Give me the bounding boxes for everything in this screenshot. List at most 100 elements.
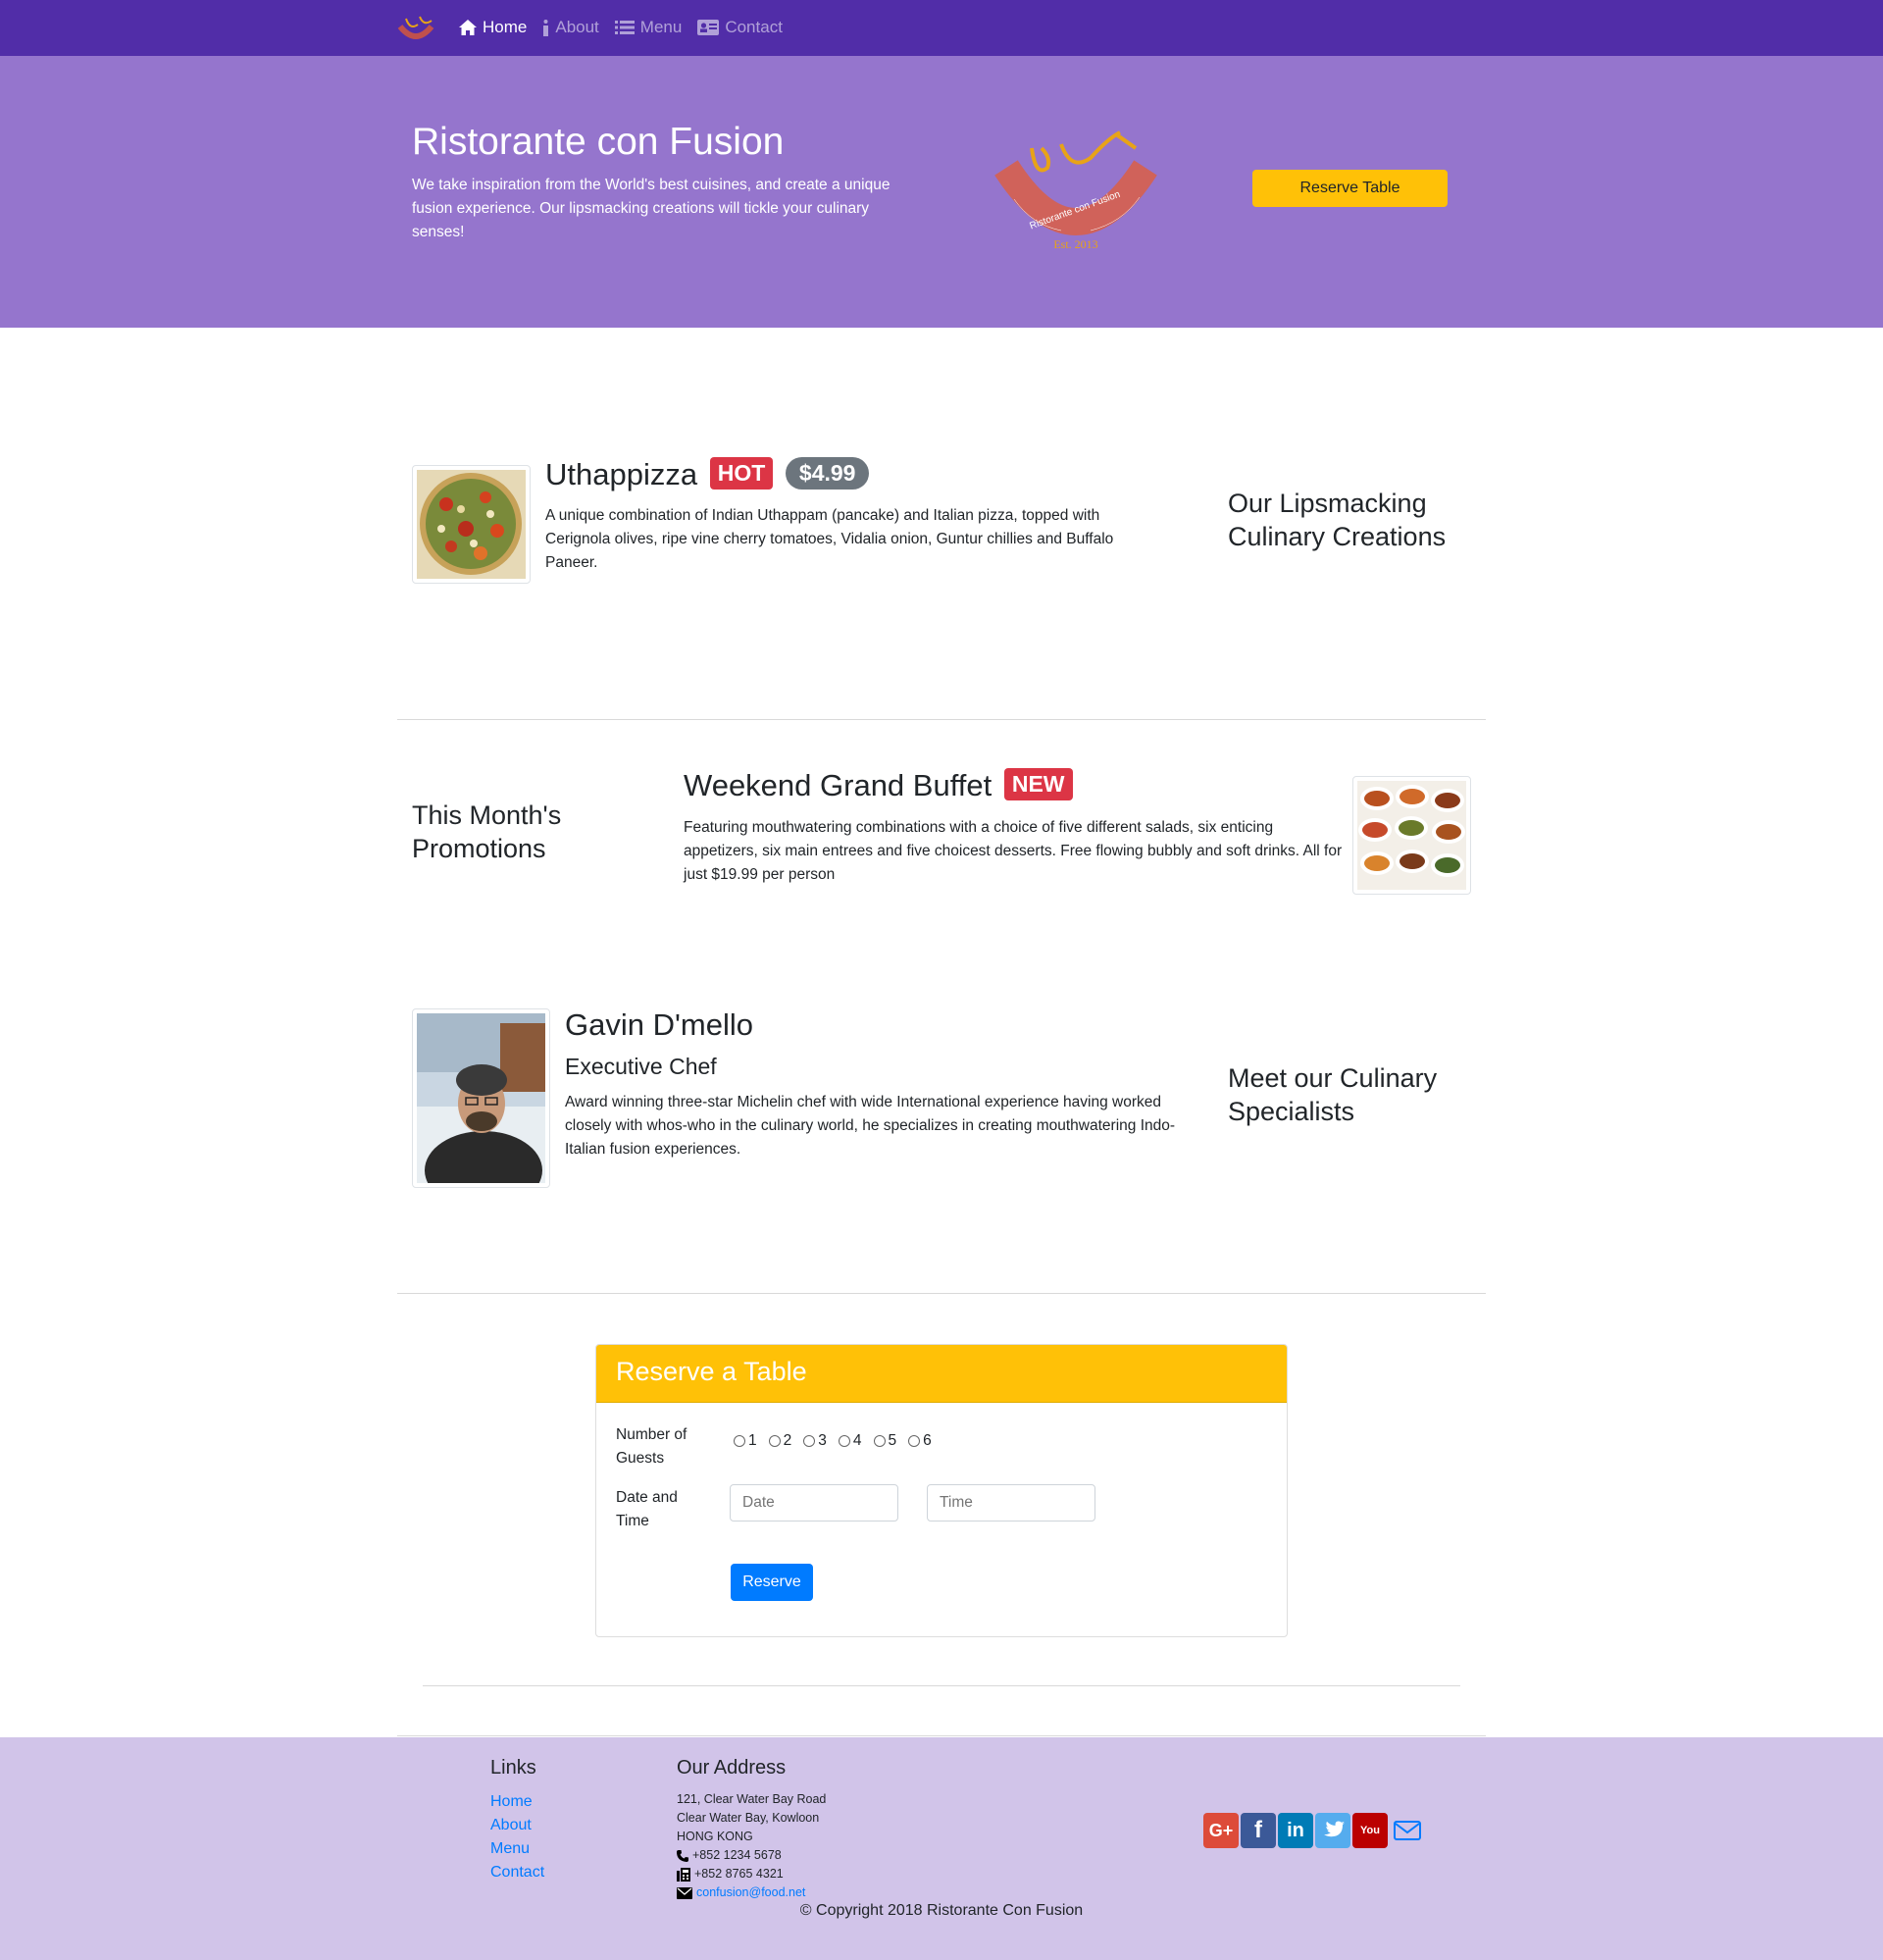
nav-about[interactable]: About: [542, 18, 599, 37]
youtube-glyph: You: [1360, 1825, 1380, 1836]
footer-address-heading: Our Address: [677, 1757, 787, 1779]
facebook-glyph: f: [1254, 1817, 1262, 1843]
social-links: G+ f in You: [1203, 1813, 1425, 1848]
guest-option-label: 2: [783, 1432, 792, 1449]
address-card-icon: [697, 20, 720, 35]
radio-button[interactable]: [803, 1435, 816, 1447]
leader-description: Award winning three-star Michelin chef w…: [565, 1094, 1176, 1158]
time-input[interactable]: [927, 1484, 1095, 1522]
leader-image: [412, 1008, 550, 1210]
leader-designation: Executive Chef: [565, 1054, 717, 1079]
reserve-table-button[interactable]: Reserve Table: [1252, 170, 1448, 207]
google-plus-icon[interactable]: G+: [1203, 1813, 1239, 1848]
linkedin-icon[interactable]: in: [1278, 1813, 1313, 1848]
promotion-side-heading: This Month's Promotions: [412, 800, 562, 863]
dish-name: Uthappizza: [545, 457, 698, 491]
restaurant-logo: Est. 2013 Ristorante con Fusion: [994, 130, 1157, 251]
nav-menu[interactable]: Menu: [614, 18, 683, 37]
nav-contact-label: Contact: [725, 18, 783, 36]
dish-side-heading: Our Lipsmacking Culinary Creations: [1228, 489, 1447, 551]
phone-number: +852 1234 5678: [692, 1848, 782, 1862]
guest-option-4[interactable]: 4: [838, 1432, 862, 1450]
email-row: confusion@food.net: [677, 1883, 826, 1902]
phone-row: +852 1234 5678: [677, 1846, 826, 1865]
leader-name: Gavin D'mello: [565, 1007, 753, 1042]
navbar: Home About Menu Contact: [0, 0, 1883, 56]
address-line: 121, Clear Water Bay Road: [677, 1792, 827, 1806]
footer-links-heading: Links: [490, 1757, 536, 1779]
footer: Links Home About Menu Contact Our Addres…: [0, 1737, 1883, 1960]
radio-button[interactable]: [838, 1435, 850, 1447]
linkedin-glyph: in: [1287, 1819, 1304, 1841]
jumbotron-text: We take inspiration from the World's bes…: [412, 177, 891, 240]
divider: [397, 1735, 1486, 1736]
date-input[interactable]: [730, 1484, 898, 1522]
footer-link-about[interactable]: About: [490, 1814, 544, 1837]
brand-logo[interactable]: [396, 13, 435, 44]
list-icon: [614, 21, 635, 34]
fax-row: +852 8765 4321: [677, 1865, 826, 1883]
twitter-icon[interactable]: [1315, 1813, 1350, 1848]
reserve-card-header: Reserve a Table: [596, 1345, 1287, 1403]
promotion-description: Featuring mouthwatering combinations wit…: [684, 819, 1343, 883]
fax-number: +852 8765 4321: [694, 1867, 784, 1881]
fax-icon: [677, 1867, 690, 1882]
dish-title: Uthappizza HOT $4.99: [545, 457, 870, 492]
guest-option-3[interactable]: 3: [803, 1432, 827, 1450]
new-badge: NEW: [1003, 768, 1073, 801]
datetime-label: Date and Time: [616, 1489, 678, 1529]
nav-home[interactable]: Home: [459, 18, 527, 37]
guest-option-label: 1: [748, 1432, 757, 1449]
footer-links: Home About Menu Contact: [490, 1790, 544, 1884]
phone-icon: [677, 1849, 688, 1862]
address-line: Clear Water Bay, Kowloon: [677, 1811, 820, 1825]
divider: [397, 1293, 1486, 1294]
nav-menu-label: Menu: [639, 18, 683, 36]
footer-link-contact[interactable]: Contact: [490, 1861, 544, 1884]
radio-button[interactable]: [873, 1435, 886, 1447]
guest-option-2[interactable]: 2: [768, 1432, 792, 1450]
radio-button[interactable]: [908, 1435, 921, 1447]
twitter-bird-icon: [1324, 1821, 1345, 1837]
hot-badge: HOT: [709, 457, 774, 490]
guest-option-label: 3: [818, 1432, 827, 1449]
jumbotron: Ristorante con Fusion We take inspiratio…: [0, 56, 1883, 328]
guest-option-label: 6: [923, 1432, 932, 1449]
nav-contact[interactable]: Contact: [697, 18, 783, 37]
google-plus-glyph: G+: [1208, 1820, 1234, 1840]
price-badge: $4.99: [785, 457, 870, 490]
footer-address: 121, Clear Water Bay Road Clear Water Ba…: [677, 1790, 826, 1902]
footer-link-menu[interactable]: Menu: [490, 1837, 544, 1861]
guests-label: Number of Guests: [616, 1426, 687, 1467]
radio-button[interactable]: [768, 1435, 781, 1447]
reserve-submit-button[interactable]: Reserve: [731, 1564, 813, 1601]
envelope-icon: [677, 1886, 692, 1899]
divider: [397, 719, 1486, 720]
guest-option-1[interactable]: 1: [734, 1432, 757, 1450]
home-icon: [459, 20, 477, 35]
facebook-icon[interactable]: f: [1241, 1813, 1276, 1848]
email-link[interactable]: confusion@food.net: [696, 1883, 805, 1902]
youtube-icon[interactable]: You: [1352, 1813, 1388, 1848]
nav-links: Home About Menu Contact: [459, 18, 783, 37]
leader-side-heading: Meet our Culinary Specialists: [1228, 1063, 1438, 1126]
radio-button[interactable]: [734, 1435, 745, 1447]
mail-envelope-icon: [1394, 1821, 1421, 1840]
address-line: HONG KONG: [677, 1830, 753, 1843]
guest-option-6[interactable]: 6: [908, 1432, 932, 1450]
jumbotron-title: Ristorante con Fusion: [412, 121, 785, 163]
guest-option-label: 4: [852, 1432, 862, 1449]
promotion-name: Weekend Grand Buffet: [684, 768, 992, 802]
mail-icon[interactable]: [1390, 1813, 1425, 1848]
dish-image: [412, 465, 531, 584]
promotion-title: Weekend Grand Buffet NEW: [684, 768, 1073, 803]
promotion-image: [1352, 776, 1471, 895]
guest-option-5[interactable]: 5: [873, 1432, 896, 1450]
reserve-card: Reserve a Table Number of Guests 1 2 3 4…: [595, 1344, 1288, 1637]
info-icon: [543, 19, 549, 36]
footer-link-home[interactable]: Home: [490, 1790, 544, 1814]
divider: [423, 1685, 1460, 1686]
nav-home-label: Home: [483, 18, 528, 36]
logo-est-text: Est. 2013: [1053, 237, 1097, 251]
guest-radio-group: 1 2 3 4 5 6: [734, 1432, 932, 1450]
